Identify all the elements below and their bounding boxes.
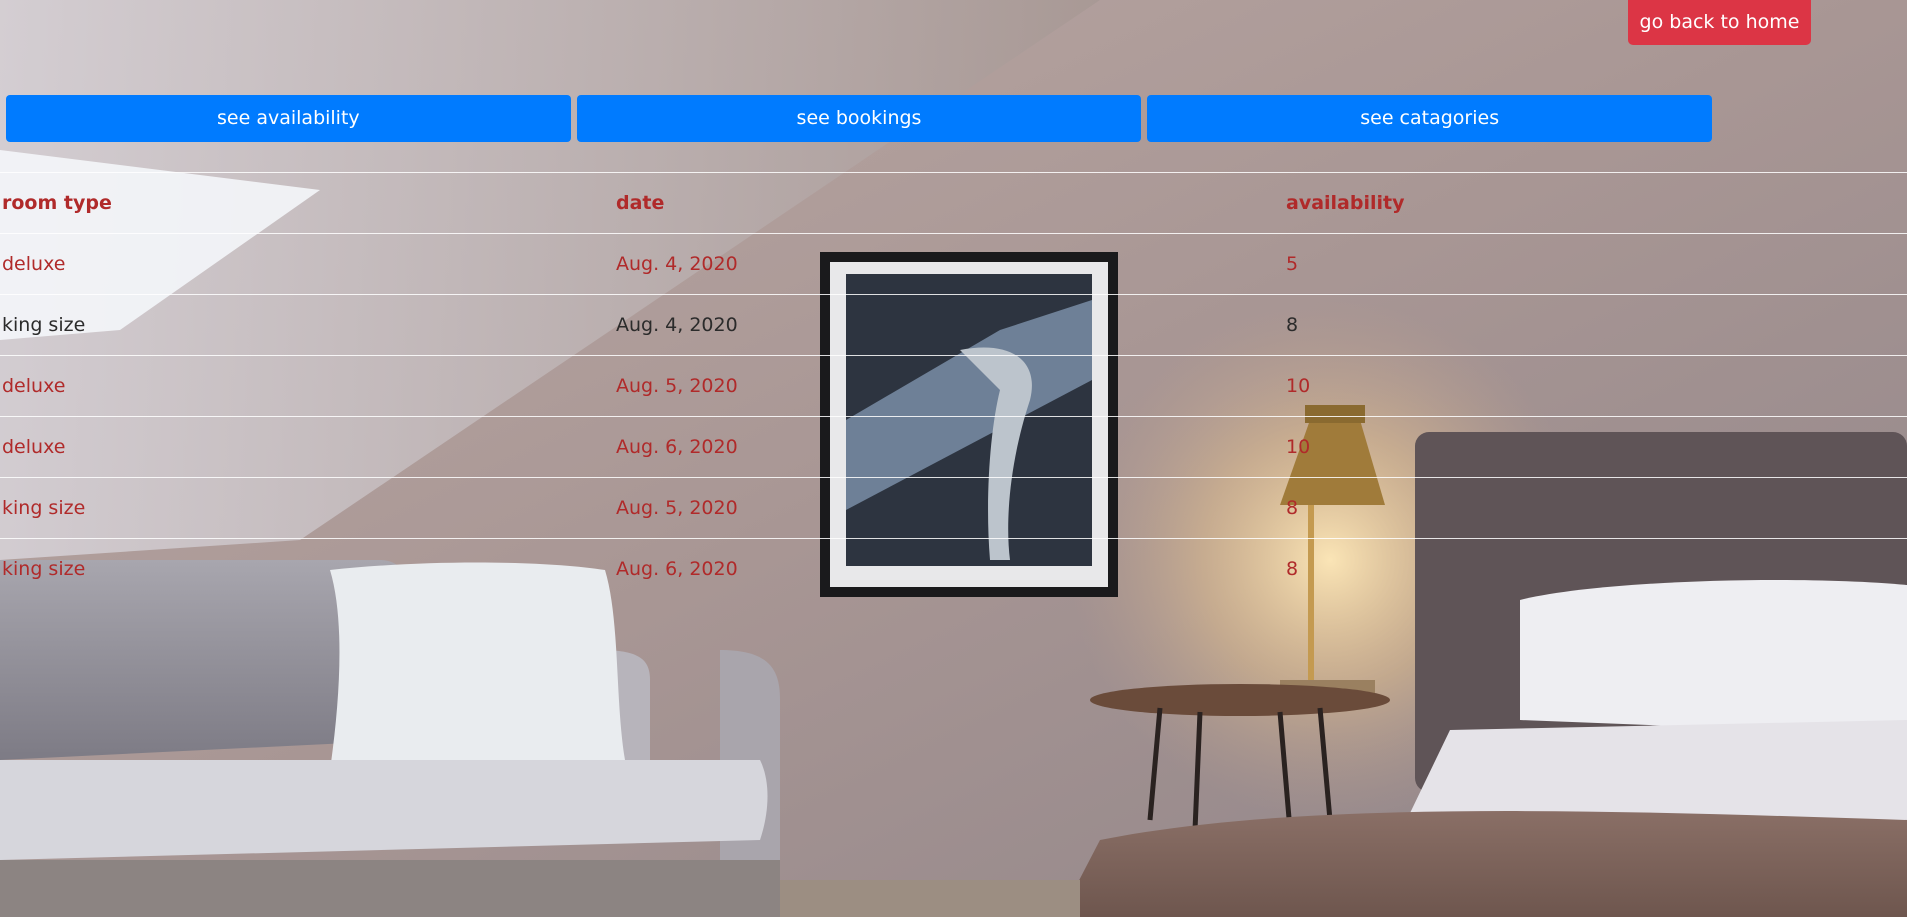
availability-cell: 8 <box>1284 477 1907 539</box>
go-back-home-button[interactable]: go back to home <box>1628 0 1811 45</box>
table-row: deluxe Aug. 5, 2020 10 <box>0 355 1907 417</box>
column-header-room-type: room type <box>0 172 614 234</box>
column-header-availability: availability <box>1284 172 1907 234</box>
table-header-row: room type date availability <box>0 172 1907 234</box>
date-cell: Aug. 6, 2020 <box>614 416 1284 478</box>
room-type-cell: deluxe <box>0 355 614 417</box>
availability-cell: 10 <box>1284 355 1907 417</box>
see-bookings-button[interactable]: see bookings <box>576 95 1142 142</box>
column-header-date: date <box>614 172 1284 234</box>
availability-cell: 8 <box>1284 294 1907 356</box>
date-cell: Aug. 6, 2020 <box>614 538 1284 599</box>
table-row: king size Aug. 6, 2020 8 <box>0 538 1907 599</box>
see-availability-button[interactable]: see availability <box>6 95 571 142</box>
table-row: deluxe Aug. 4, 2020 5 <box>0 233 1907 295</box>
availability-cell: 8 <box>1284 538 1907 599</box>
availability-cell: 10 <box>1284 416 1907 478</box>
room-type-cell: king size <box>0 538 614 599</box>
date-cell: Aug. 5, 2020 <box>614 477 1284 539</box>
nav-button-bar: see availability see bookings see catago… <box>6 95 1713 142</box>
availability-table: room type date availability deluxe Aug. … <box>0 172 1907 599</box>
availability-cell: 5 <box>1284 233 1907 295</box>
room-type-cell: deluxe <box>0 416 614 478</box>
table-row: deluxe Aug. 6, 2020 10 <box>0 416 1907 478</box>
see-categories-button[interactable]: see catagories <box>1147 95 1713 142</box>
room-type-cell: king size <box>0 294 614 356</box>
table-row: king size Aug. 4, 2020 8 <box>0 294 1907 356</box>
date-cell: Aug. 4, 2020 <box>614 233 1284 295</box>
room-type-cell: deluxe <box>0 233 614 295</box>
table-row: king size Aug. 5, 2020 8 <box>0 477 1907 539</box>
room-type-cell: king size <box>0 477 614 539</box>
date-cell: Aug. 4, 2020 <box>614 294 1284 356</box>
date-cell: Aug. 5, 2020 <box>614 355 1284 417</box>
